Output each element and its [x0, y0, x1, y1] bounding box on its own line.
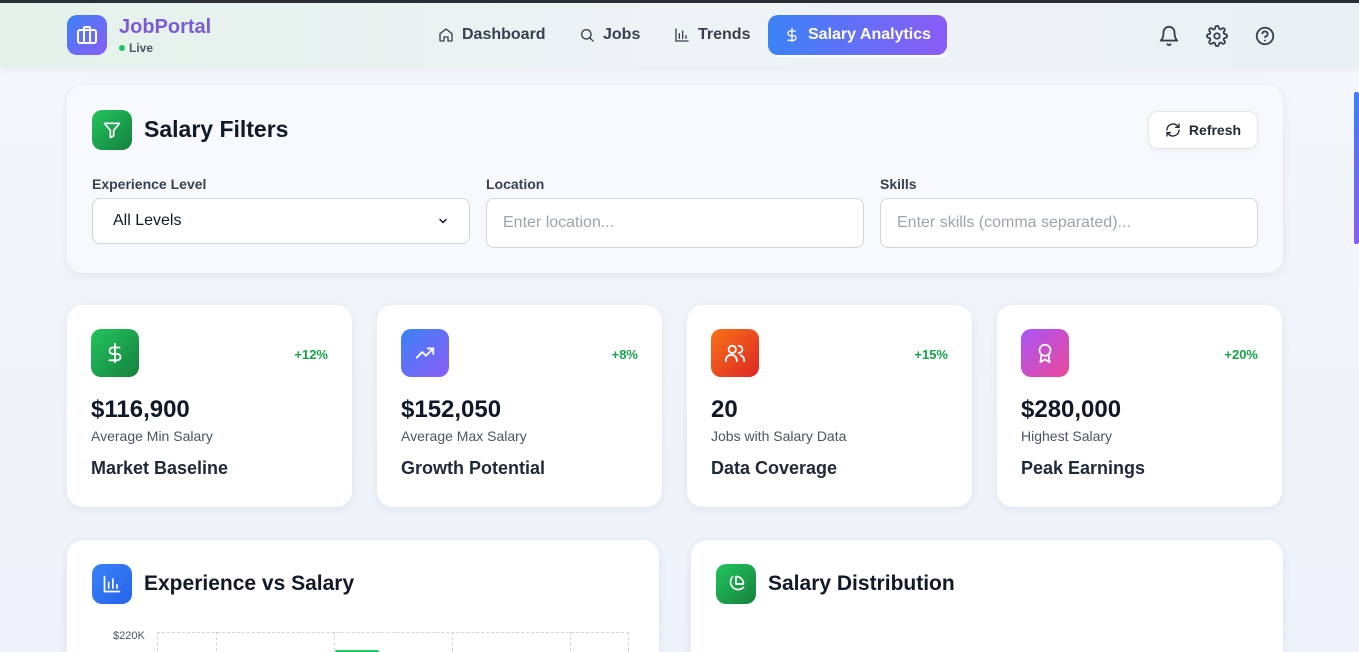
- chevron-down-icon: [439, 218, 447, 224]
- scrollbar-thumb[interactable]: [1354, 92, 1359, 244]
- y-axis-tick: $220K: [113, 630, 145, 642]
- filters-title: Salary Filters: [144, 116, 289, 142]
- nav-jobs-label: Jobs: [603, 26, 641, 43]
- stat-value: $116,900: [91, 396, 190, 423]
- refresh-button[interactable]: Refresh: [1148, 111, 1258, 149]
- grid-line: [452, 632, 453, 652]
- grid-line: [570, 632, 571, 652]
- active-nav-indicator: [776, 55, 948, 57]
- stat-label: Average Max Salary: [401, 428, 527, 444]
- stat-title: Data Coverage: [711, 458, 838, 478]
- grid-line: [216, 632, 217, 652]
- stat-card-growth-potential: +8% $152,050 Average Max Salary Growth P…: [377, 305, 662, 507]
- bar-chart-icon: [675, 28, 689, 42]
- salary-filters-panel: Salary Filters Refresh Experience Level …: [67, 85, 1283, 273]
- dollar-icon: [91, 329, 139, 377]
- stat-change: +15%: [914, 347, 948, 362]
- nav-dashboard[interactable]: Dashboard: [426, 15, 558, 55]
- nav-salary-analytics-label: Salary Analytics: [808, 26, 932, 43]
- grid-line: [628, 632, 629, 652]
- stat-title: Growth Potential: [401, 458, 545, 478]
- skills-label: Skills: [880, 176, 917, 192]
- experience-level-value: All Levels: [113, 212, 182, 229]
- nav-dashboard-label: Dashboard: [462, 26, 546, 43]
- users-icon: [711, 329, 759, 377]
- stat-card-data-coverage: +15% 20 Jobs with Salary Data Data Cover…: [687, 305, 972, 507]
- experience-level-select[interactable]: All Levels: [92, 198, 470, 244]
- home-icon: [439, 28, 453, 42]
- grid-line: [334, 632, 335, 652]
- skills-input[interactable]: Enter skills (comma separated)...: [880, 198, 1258, 248]
- location-label: Location: [486, 176, 545, 192]
- stat-label: Average Min Salary: [91, 428, 213, 444]
- search-icon: [581, 29, 594, 42]
- refresh-button-label: Refresh: [1188, 122, 1242, 138]
- live-status-label: Live: [129, 41, 154, 55]
- stat-value: $280,000: [1021, 396, 1122, 423]
- stat-label: Highest Salary: [1021, 428, 1113, 444]
- live-status: Live: [119, 41, 153, 55]
- nav-salary-analytics[interactable]: Salary Analytics: [768, 15, 948, 55]
- briefcase-logo-icon[interactable]: [67, 15, 107, 55]
- stat-card-market-baseline: +12% $116,900 Average Min Salary Market …: [67, 305, 352, 507]
- help-icon[interactable]: [1254, 25, 1276, 47]
- experience-vs-salary-panel: Experience vs Salary $220K: [67, 540, 659, 652]
- stat-value: $152,050: [401, 396, 502, 423]
- grid-line: [157, 632, 629, 633]
- experience-chart-title: Experience vs Salary: [144, 572, 355, 595]
- stat-title: Market Baseline: [91, 458, 229, 478]
- stat-card-peak-earnings: +20% $280,000 Highest Salary Peak Earnin…: [997, 305, 1282, 507]
- bar-chart-icon: [92, 564, 132, 604]
- stat-title: Peak Earnings: [1021, 458, 1146, 478]
- distribution-chart-title: Salary Distribution: [768, 572, 955, 595]
- award-icon: [1021, 329, 1069, 377]
- experience-level-label: Experience Level: [92, 176, 207, 192]
- bell-icon[interactable]: [1158, 25, 1180, 47]
- stat-change: +12%: [294, 347, 328, 362]
- grid-line: [157, 632, 158, 652]
- brand-name[interactable]: JobPortal: [119, 16, 211, 39]
- refresh-icon: [1166, 123, 1180, 137]
- stat-change: +20%: [1224, 347, 1258, 362]
- live-dot-icon: [119, 45, 125, 51]
- location-input[interactable]: Enter location...: [486, 198, 864, 248]
- trending-up-icon: [401, 329, 449, 377]
- gear-icon[interactable]: [1206, 25, 1228, 47]
- nav-trends[interactable]: Trends: [662, 15, 762, 55]
- top-navbar: JobPortal Live Dashboard Jobs Trends Sal…: [0, 3, 1359, 67]
- stat-value: 20: [711, 396, 738, 423]
- nav-jobs[interactable]: Jobs: [567, 15, 652, 55]
- stat-label: Jobs with Salary Data: [711, 428, 847, 444]
- salary-distribution-panel: Salary Distribution: [691, 540, 1283, 652]
- filter-icon: [92, 110, 132, 150]
- nav-trends-label: Trends: [698, 26, 751, 43]
- stat-change: +8%: [611, 347, 638, 362]
- dollar-icon: [787, 27, 797, 43]
- pie-chart-icon: [716, 564, 756, 604]
